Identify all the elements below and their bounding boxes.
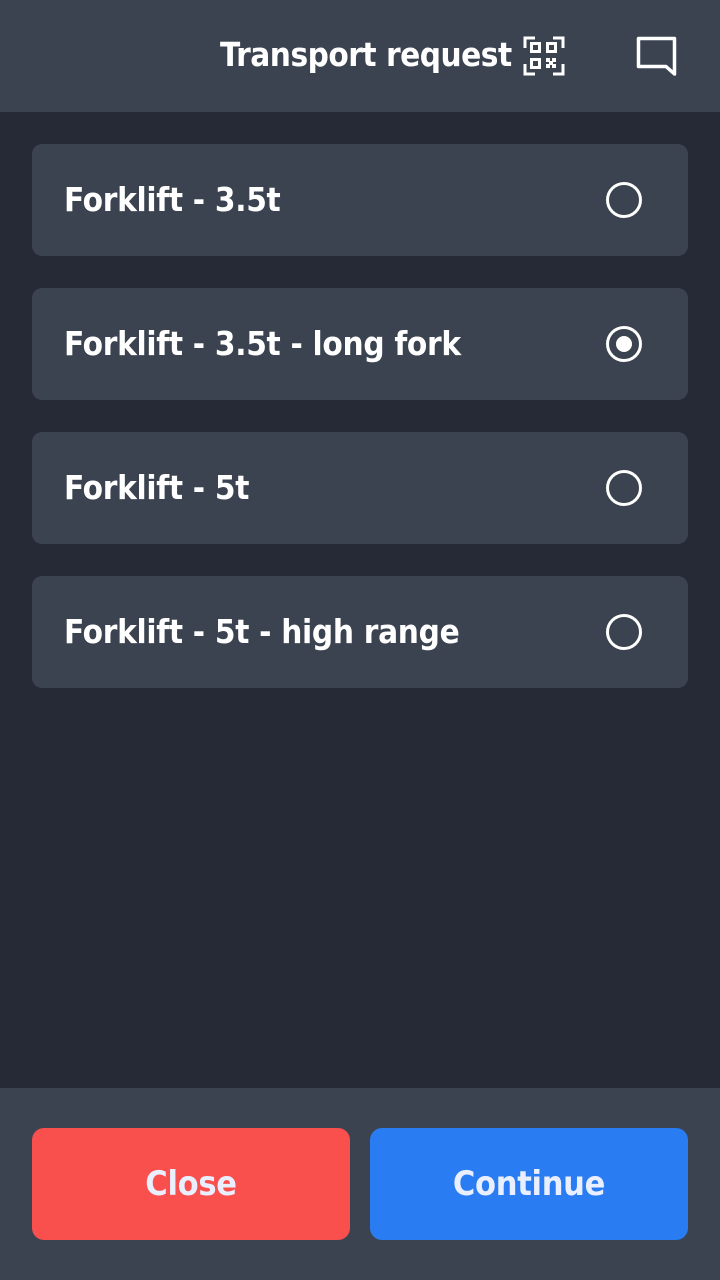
option-label: Forklift - 5t - high range: [64, 612, 460, 651]
option-label: Forklift - 5t: [64, 468, 250, 507]
close-button[interactable]: Close: [32, 1128, 350, 1240]
radio-button[interactable]: [606, 470, 642, 506]
radio-button[interactable]: [606, 326, 642, 362]
chat-icon[interactable]: [632, 34, 680, 78]
radio-dot: [616, 336, 632, 352]
app-screen: Transport request Forklift - 3.5t Forkli…: [0, 0, 720, 1280]
qr-code-icon[interactable]: [520, 34, 568, 78]
option-list: Forklift - 3.5t Forklift - 3.5t - long f…: [32, 144, 688, 720]
top-app-bar: Transport request: [0, 0, 720, 112]
page-title: Transport request: [220, 35, 512, 74]
bottom-action-bar: Close Continue: [0, 1088, 720, 1280]
option-label: Forklift - 3.5t: [64, 180, 281, 219]
option-item[interactable]: Forklift - 3.5t - long fork: [32, 288, 688, 400]
radio-button[interactable]: [606, 614, 642, 650]
option-label: Forklift - 3.5t - long fork: [64, 324, 461, 363]
option-item[interactable]: Forklift - 5t: [32, 432, 688, 544]
option-item[interactable]: Forklift - 3.5t: [32, 144, 688, 256]
option-item[interactable]: Forklift - 5t - high range: [32, 576, 688, 688]
radio-button[interactable]: [606, 182, 642, 218]
continue-button[interactable]: Continue: [370, 1128, 688, 1240]
